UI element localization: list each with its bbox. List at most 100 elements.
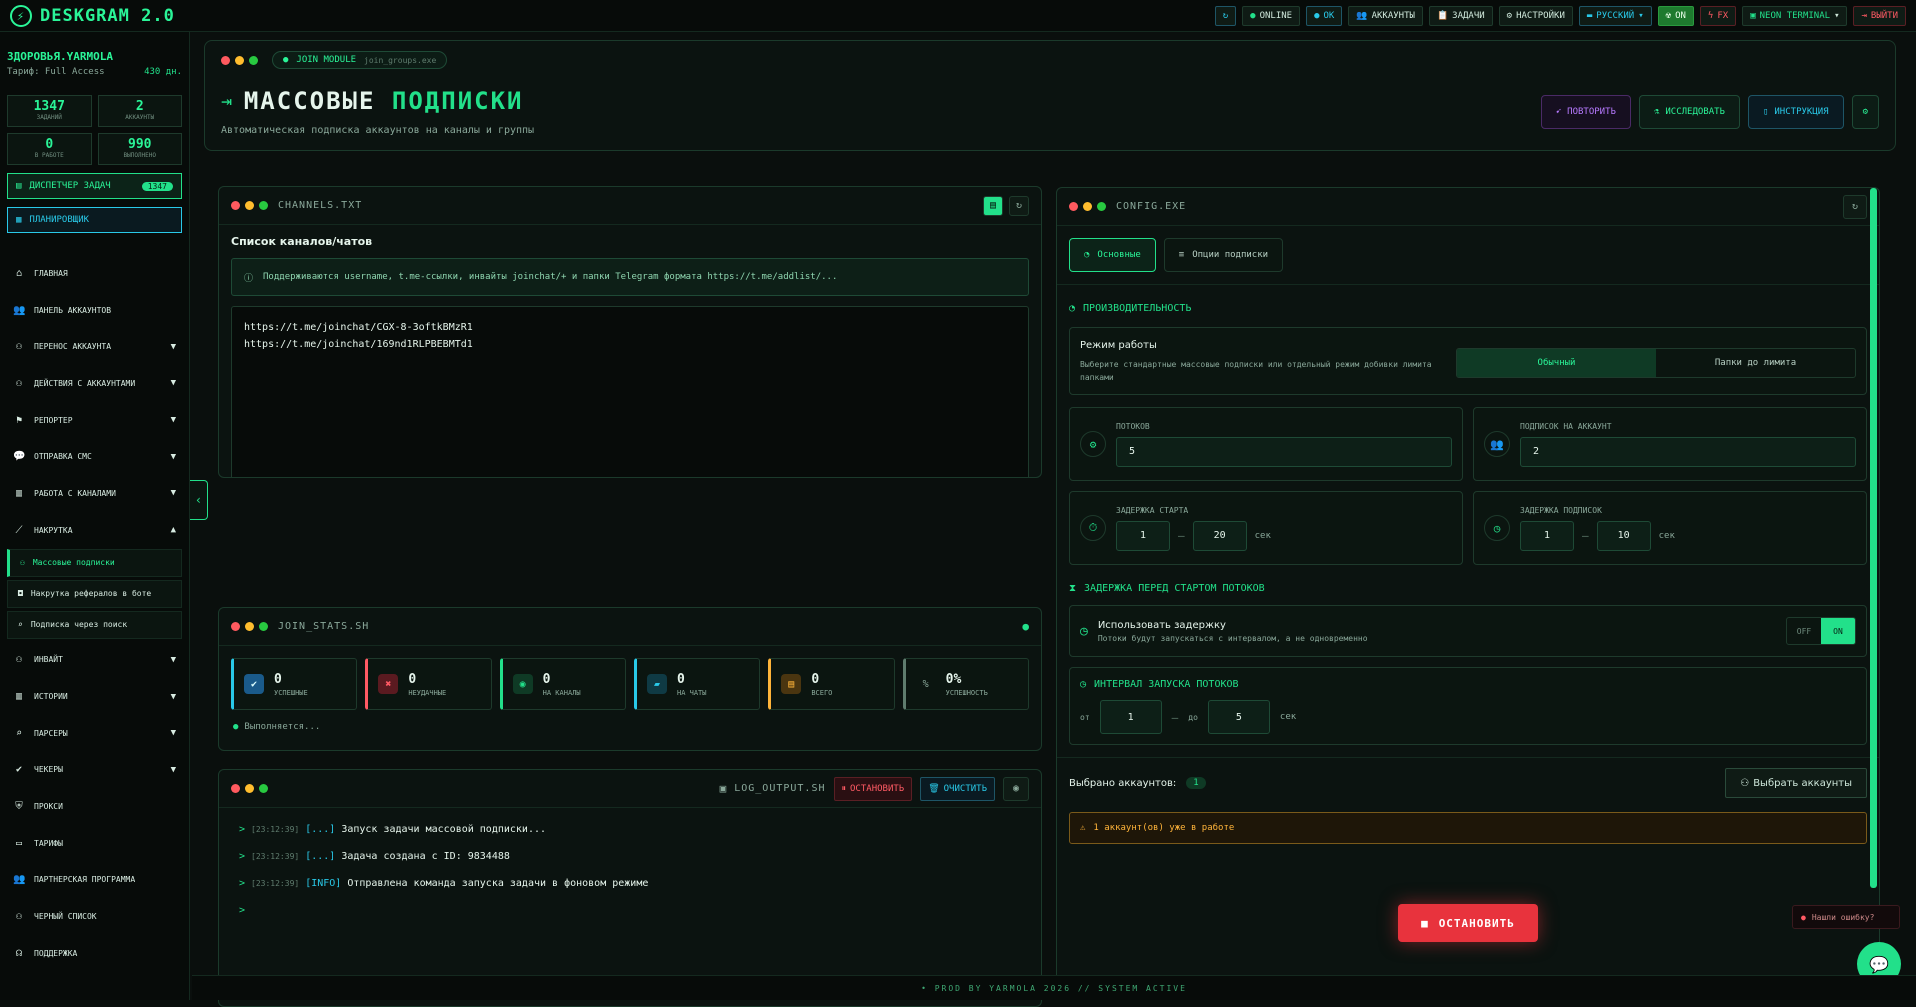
clock-icon: ◷ [1080, 678, 1087, 690]
sidebar-item-transfer[interactable]: ⚇ ПЕРЕНОС АККАУНТА ▼ [7, 328, 182, 365]
sidebar-subitem-search-subscribe[interactable]: ⌕ Подписка через поиск [7, 610, 182, 639]
clock-icon: ◷ [1484, 515, 1510, 541]
mode-folders[interactable]: Папки до лимита [1656, 349, 1855, 377]
delay-section-title: ⧗ ЗАДЕРЖКА ПЕРЕД СТАРТОМ ПОТОКОВ [1069, 582, 1265, 594]
header-settings-button[interactable]: ⚙ [1851, 95, 1879, 129]
clipboard-icon: ▤ [16, 181, 22, 191]
logout-button[interactable]: ⇥ ВЫЙТИ [1853, 5, 1906, 26]
power-icon: ☢ [1665, 10, 1672, 21]
sub-delay-to[interactable]: 10 [1596, 520, 1651, 551]
sidebar-item-sms[interactable]: 💬 ОТПРАВКА СМС ▼ [7, 438, 182, 475]
power-toggle[interactable]: ☢ ON [1657, 5, 1694, 26]
dispatcher-button[interactable]: ▤ ДИСПЕТЧЕР ЗАДАЧ 1347 [7, 173, 182, 199]
users-icon: 👥 [1356, 10, 1368, 21]
sidebar-item-accounts-panel[interactable]: 👥 ПАНЕЛЬ АККАУНТОВ [7, 292, 182, 329]
stop-task-button[interactable]: ■ ОСТАНОВИТЬ [1398, 904, 1538, 942]
info-icon: ⓘ [244, 273, 254, 284]
gauge-icon: ◔ [1069, 302, 1076, 314]
shield-icon: ⛨ [15, 801, 23, 813]
theme-select[interactable]: ▣ NEON TERMINAL ▾ [1742, 5, 1848, 26]
sidebar-item-home[interactable]: ⌂ ГЛАВНАЯ [7, 255, 182, 292]
sidebar-item-support[interactable]: ☊ ПОДДЕРЖКА [7, 935, 182, 972]
subs-per-account-input[interactable]: 2 [1520, 436, 1856, 467]
channels-textarea[interactable]: https://t.me/joinchat/CGX-8-3oftkBMzR1 h… [231, 306, 1029, 477]
start-delay-to[interactable]: 20 [1192, 520, 1247, 551]
mode-box: Режим работы Выберите стандартные массов… [1069, 327, 1867, 395]
flag-icon: ▬ [1586, 10, 1593, 21]
log-header: ▣ LOG_OUTPUT.SH ⏸ ОСТАНОВИТЬ 🗑 ОЧИСТИТЬ ◉ [219, 770, 1041, 808]
calendar-icon: ▦ [16, 215, 22, 225]
tasks-button[interactable]: 📋 ЗАДАЧИ [1428, 5, 1493, 26]
chart-icon: ⟋ [15, 524, 23, 536]
run-status: ● Выполняется... [233, 722, 321, 732]
settings-button[interactable]: ⚙ НАСТРОЙКИ [1498, 5, 1573, 26]
log-lines: > [23:12:39] [...] Запуск задачи массовой п… [219, 808, 1041, 924]
accounts-button[interactable]: 👥 АККАУНТЫ [1348, 5, 1423, 26]
scheduler-button[interactable]: ▦ ПЛАНИРОВЩИК [7, 207, 182, 233]
ok-badge: ● OK [1306, 5, 1343, 26]
sidebar-item-partners[interactable]: 👥 ПАРТНЕРСКАЯ ПРОГРАММА [7, 862, 182, 899]
sidebar-item-blacklist[interactable]: ⚇ ЧЕРНЫЙ СПИСОК [7, 898, 182, 935]
sidebar-item-channels[interactable]: ▥ РАБОТА С КАНАЛАМИ ▼ [7, 475, 182, 512]
tab-options[interactable]: ≡ Опции подписки [1163, 238, 1284, 272]
sidebar-item-reporter[interactable]: ⚑ РЕПОРТЕР ▼ [7, 402, 182, 439]
sidebar-item-stories[interactable]: ▥ ИСТОРИИ ▼ [7, 678, 182, 715]
repeat-button[interactable]: ➹ ПОВТОРИТЬ [1540, 95, 1631, 129]
app-logo[interactable]: ⚡ DESKGRAM 2.0 [10, 4, 175, 27]
sidebar-item-actions[interactable]: ⚇ ДЕЙСТВИЯ С АККАУНТАМИ ▼ [7, 365, 182, 402]
mode-title: Режим работы [1080, 340, 1157, 351]
refresh-button[interactable]: ↻ [1214, 5, 1237, 26]
threads-input[interactable]: 5 [1116, 436, 1452, 467]
sliders-icon: ≡ [1178, 250, 1185, 260]
film-icon: ▥ [15, 691, 23, 703]
selected-label: Выбрано аккаунтов: [1069, 777, 1177, 789]
mode-normal[interactable]: Обычный [1457, 349, 1656, 377]
channels-panel: CHANNELS.TXT ▤ ↻ Список каналов/чатов ⓘ П… [218, 186, 1042, 478]
cpu-icon: ⚙ [1080, 431, 1106, 457]
selected-count: 1 [1186, 777, 1206, 789]
online-badge: ● ONLINE [1242, 5, 1301, 26]
warning-banner: ⚠ 1 аккаунт(ов) уже в работе [1069, 812, 1867, 844]
language-select[interactable]: ▬ РУССКИЙ ▾ [1578, 5, 1652, 26]
interval-to[interactable]: 5 [1207, 700, 1270, 734]
log-stop-button[interactable]: ⏸ ОСТАНОВИТЬ [833, 776, 913, 801]
sidebar-item-proxy[interactable]: ⛨ ПРОКСИ [7, 788, 182, 825]
use-delay-box: ◷ Использовать задержку Потоки будут запу… [1069, 605, 1867, 657]
sidebar-item-invite[interactable]: ⚇ ИНВАЙТ ▼ [7, 642, 182, 679]
sidebar-item-boost[interactable]: ⟋ НАКРУТКА ▲ [7, 512, 182, 549]
use-delay-toggle[interactable]: OFF ON [1786, 617, 1856, 645]
clipboard-icon: 📋 [1436, 10, 1449, 21]
sidebar-item-checkers[interactable]: ✔ ЧЕКЕРЫ ▼ [7, 752, 182, 789]
config-panel: CONFIG.EXE ↻ ◔ Основные ≡ Опции подписки ◔… [1056, 187, 1880, 987]
report-bug-button[interactable]: ● Нашли ошибку? [1792, 905, 1900, 929]
page-scrollbar[interactable] [1870, 188, 1877, 888]
log-line: > [23:12:39] [INFO] Отправлена команда запу… [239, 878, 649, 889]
login-icon: ⇥ [221, 90, 232, 112]
broadcast-icon: ◉ [512, 674, 533, 694]
guide-button[interactable]: ▯ ИНСТРУКЦИЯ [1747, 95, 1844, 129]
search-icon: ⌕ [18, 620, 23, 629]
explore-button[interactable]: ⚗ ИССЛЕДОВАТЬ [1638, 95, 1740, 129]
sidebar-item-parsers[interactable]: ⌕ ПАРСЕРЫ ▼ [7, 715, 182, 752]
config-tabs: ◔ Основные ≡ Опции подписки [1057, 226, 1879, 284]
channels-refresh-button[interactable]: ↻ [1009, 195, 1029, 216]
sidebar-subitem-referrals[interactable]: ◘ Накрутка рефералов в боте [7, 579, 182, 608]
flag-icon: ⚑ [15, 414, 23, 426]
sidebar-item-tariffs[interactable]: ▭ ТАРИФЫ [7, 825, 182, 862]
log-view-button[interactable]: ◉ [1003, 776, 1029, 801]
user-plus-icon: ⚇ [1740, 777, 1750, 789]
sub-delay-from[interactable]: 1 [1520, 520, 1574, 551]
sidebar-subitem-mass-subscribe[interactable]: ⚇ Массовые подписки [7, 548, 182, 577]
start-delay-from[interactable]: 1 [1116, 520, 1170, 551]
log-prompt[interactable]: > [219, 897, 1041, 924]
log-clear-button[interactable]: 🗑 ОЧИСТИТЬ [920, 776, 995, 801]
load-file-button[interactable]: ▤ [983, 195, 1003, 216]
interval-from[interactable]: 1 [1099, 700, 1162, 734]
warning-icon: ⚠ [1080, 823, 1086, 833]
user-plus-icon: ⚇ [20, 558, 25, 567]
fx-toggle[interactable]: ϟ FX [1699, 5, 1737, 26]
config-refresh-button[interactable]: ↻ [1843, 194, 1867, 219]
choose-accounts-button[interactable]: ⚇ Выбрать аккаунты [1725, 768, 1867, 798]
tab-main[interactable]: ◔ Основные [1069, 238, 1156, 272]
check-icon: ✔ [244, 674, 264, 694]
